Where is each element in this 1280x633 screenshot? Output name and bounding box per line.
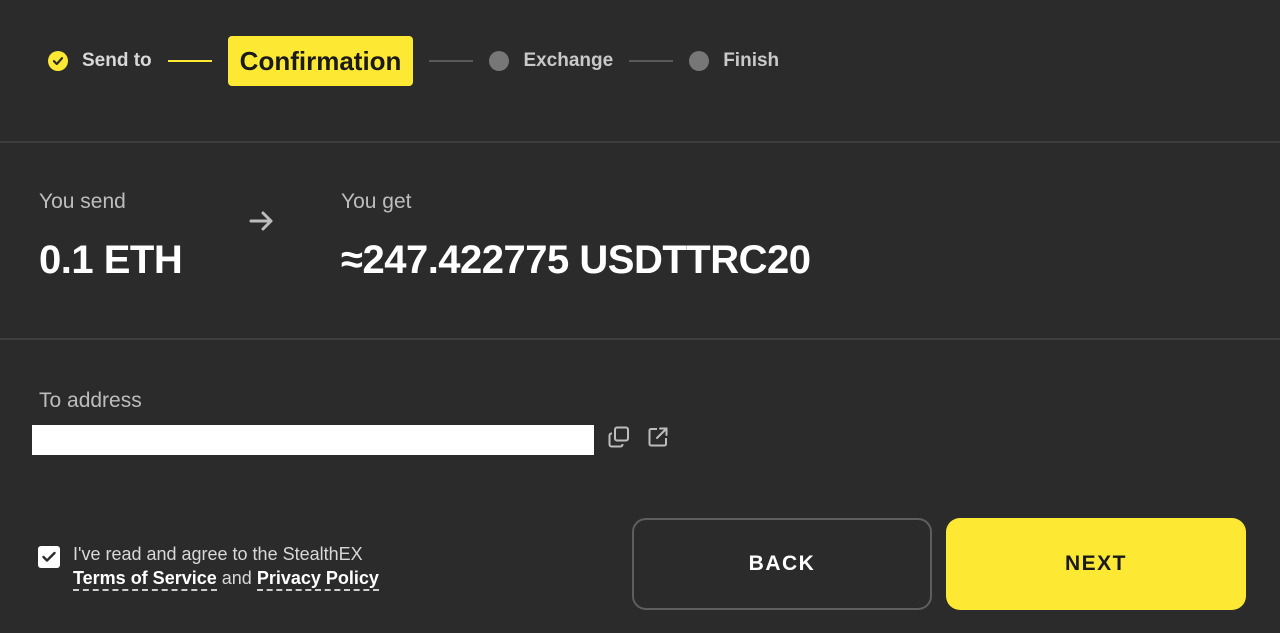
send-label: You send <box>39 190 126 213</box>
step-confirmation: Confirmation <box>227 36 414 86</box>
send-amount: 0.1 ETH <box>39 238 183 282</box>
copy-icon[interactable] <box>606 424 632 450</box>
agreement-text: I've read and agree to the StealthEX Ter… <box>73 542 379 591</box>
to-address-value <box>32 425 594 455</box>
agreement-conjunction: and <box>221 568 252 588</box>
step-label: Finish <box>723 50 780 71</box>
get-amount: ≈247.422775 USDTTRC20 <box>341 238 811 282</box>
step-connector <box>167 60 212 62</box>
step-connector <box>429 60 474 62</box>
check-icon <box>48 51 68 71</box>
terms-of-service-link[interactable]: Terms of Service <box>73 568 217 591</box>
agree-checkbox[interactable] <box>38 546 60 568</box>
divider <box>0 338 1280 340</box>
step-exchange: Exchange <box>489 50 613 72</box>
external-link-icon[interactable] <box>645 424 671 450</box>
back-button[interactable]: BACK <box>632 518 932 610</box>
step-label: Send to <box>82 50 152 71</box>
progress-stepper: Send to Confirmation Exchange Finish <box>48 36 779 86</box>
step-finish: Finish <box>689 50 779 72</box>
step-connector <box>629 60 674 62</box>
next-button[interactable]: NEXT <box>946 518 1246 610</box>
agreement-intro: I've read and agree to the StealthEX <box>73 544 363 564</box>
get-label: You get <box>341 190 412 213</box>
divider <box>0 141 1280 143</box>
pending-dot-icon <box>489 51 510 71</box>
check-icon <box>42 551 56 562</box>
arrow-right-icon <box>249 209 275 238</box>
step-label: Exchange <box>523 50 614 71</box>
step-send-to: Send to <box>48 50 152 72</box>
to-address-label: To address <box>39 389 142 412</box>
step-label: Confirmation <box>239 45 402 76</box>
pending-dot-icon <box>689 51 710 71</box>
privacy-policy-link[interactable]: Privacy Policy <box>256 568 379 591</box>
